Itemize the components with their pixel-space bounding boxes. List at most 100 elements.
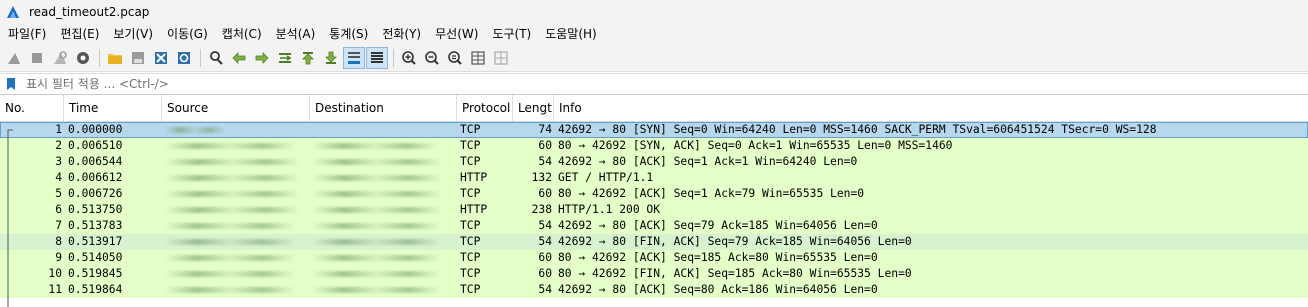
column-header-time[interactable]: Time xyxy=(64,95,162,121)
table-row[interactable]: 8 0.513917 TCP 54 42692 → 80 [FIN, ACK] … xyxy=(0,234,1308,250)
go-back-icon[interactable] xyxy=(228,47,250,69)
title-bar: read_timeout2.pcap xyxy=(0,0,1308,24)
go-to-packet-icon[interactable] xyxy=(274,47,296,69)
menu-go[interactable]: 이동(G) xyxy=(160,24,215,45)
main-toolbar xyxy=(0,45,1308,72)
table-row[interactable]: 9 0.514050 TCP 60 80 → 42692 [ACK] Seq=1… xyxy=(0,250,1308,266)
cell-info: 80 → 42692 [ACK] Seq=185 Ack=80 Win=6553… xyxy=(558,251,878,264)
cell-time: 0.519864 xyxy=(68,283,123,296)
normal-size-icon[interactable] xyxy=(444,47,466,69)
cell-length: 54 xyxy=(538,283,552,296)
table-row[interactable]: 6 0.513750 HTTP 238 HTTP/1.1 200 OK xyxy=(0,202,1308,218)
cell-time: 0.513783 xyxy=(68,219,123,232)
filter-bookmark-icon[interactable] xyxy=(3,76,19,92)
toolbar-separator xyxy=(200,49,201,67)
cell-info: HTTP/1.1 200 OK xyxy=(558,203,661,216)
table-row[interactable]: 11 0.519864 TCP 54 42692 → 80 [ACK] Seq=… xyxy=(0,282,1308,298)
cell-protocol: TCP xyxy=(460,219,481,232)
cell-protocol: TCP xyxy=(460,235,481,248)
menu-view[interactable]: 보기(V) xyxy=(106,24,160,45)
table-row[interactable]: 3 0.006544 TCP 54 42692 → 80 [ACK] Seq=1… xyxy=(0,154,1308,170)
table-row[interactable]: 4 0.006612 HTTP 132 GET / HTTP/1.1 xyxy=(0,170,1308,186)
column-header-protocol[interactable]: Protocol xyxy=(457,95,513,121)
conversation-bracket-icon xyxy=(7,129,13,307)
stop-capture-icon[interactable] xyxy=(26,47,48,69)
cell-time: 0.513750 xyxy=(68,203,123,216)
cell-time: 0.006726 xyxy=(68,187,123,200)
cell-length: 238 xyxy=(531,203,552,216)
cell-source-redacted xyxy=(165,138,310,154)
cell-length: 54 xyxy=(538,155,552,168)
menu-telephony[interactable]: 전화(Y) xyxy=(375,24,428,45)
reload-file-icon[interactable] xyxy=(173,47,195,69)
column-header-length[interactable]: Lengt xyxy=(513,95,554,121)
go-last-packet-icon[interactable] xyxy=(320,47,342,69)
table-row[interactable]: 5 0.006726 TCP 60 80 → 42692 [ACK] Seq=1… xyxy=(0,186,1308,202)
resize-columns-icon[interactable] xyxy=(467,47,489,69)
cell-time: 0.513917 xyxy=(68,235,123,248)
auto-scroll-icon[interactable] xyxy=(343,47,365,69)
cell-destination-redacted xyxy=(312,170,458,186)
cell-info: GET / HTTP/1.1 xyxy=(558,171,654,184)
menu-statistics[interactable]: 통계(S) xyxy=(322,24,375,45)
menu-analyze[interactable]: 분석(A) xyxy=(269,24,323,45)
cell-protocol: HTTP xyxy=(460,203,488,216)
cell-source-redacted xyxy=(165,154,310,170)
zoom-out-icon[interactable] xyxy=(421,47,443,69)
cell-info: 42692 → 80 [ACK] Seq=79 Ack=185 Win=6405… xyxy=(558,219,878,232)
go-forward-icon[interactable] xyxy=(251,47,273,69)
table-row[interactable]: 1 0.000000 TCP 74 42692 → 80 [SYN] Seq=0… xyxy=(0,122,1308,138)
save-file-icon[interactable] xyxy=(127,47,149,69)
packet-rows: 1 0.000000 TCP 74 42692 → 80 [SYN] Seq=0… xyxy=(0,122,1308,298)
table-row[interactable]: 2 0.006510 TCP 60 80 → 42692 [SYN, ACK] … xyxy=(0,138,1308,154)
cell-protocol: TCP xyxy=(460,283,481,296)
cell-protocol: TCP xyxy=(460,251,481,264)
menu-tools[interactable]: 도구(T) xyxy=(485,24,538,45)
menu-help[interactable]: 도움말(H) xyxy=(538,24,604,45)
colorize-icon[interactable] xyxy=(366,47,388,69)
cell-info: 42692 → 80 [ACK] Seq=1 Ack=1 Win=64240 L… xyxy=(558,155,858,168)
cell-source-redacted xyxy=(165,250,310,266)
column-header-no[interactable]: No. xyxy=(0,95,64,121)
display-filter-input[interactable] xyxy=(24,74,1308,94)
cell-protocol: TCP xyxy=(460,187,481,200)
cell-length: 60 xyxy=(538,139,552,152)
wireshark-logo-icon xyxy=(7,6,19,18)
cell-destination-redacted xyxy=(312,282,458,298)
cell-length: 60 xyxy=(538,267,552,280)
toolbar-separator xyxy=(99,49,100,67)
open-file-icon[interactable] xyxy=(104,47,126,69)
go-first-packet-icon[interactable] xyxy=(297,47,319,69)
table-row[interactable]: 7 0.513783 TCP 54 42692 → 80 [ACK] Seq=7… xyxy=(0,218,1308,234)
cell-length: 74 xyxy=(538,123,552,136)
cell-time: 0.514050 xyxy=(68,251,123,264)
cell-protocol: TCP xyxy=(460,155,481,168)
column-header-info[interactable]: Info xyxy=(554,95,1308,121)
column-header-destination[interactable]: Destination xyxy=(310,95,457,121)
shark-fin-start-icon[interactable] xyxy=(3,47,25,69)
restart-capture-icon[interactable] xyxy=(49,47,71,69)
cell-destination-redacted xyxy=(312,218,458,234)
capture-options-icon[interactable] xyxy=(72,47,94,69)
packet-list: No. Time Source Destination Protocol Len… xyxy=(0,95,1308,307)
cell-destination-redacted xyxy=(312,250,458,266)
cell-protocol: HTTP xyxy=(460,171,488,184)
menu-edit[interactable]: 편집(E) xyxy=(53,24,106,45)
column-header-source[interactable]: Source xyxy=(162,95,310,121)
menu-wireless[interactable]: 무선(W) xyxy=(428,24,485,45)
resize-columns-disabled-icon[interactable] xyxy=(490,47,512,69)
cell-info: 80 → 42692 [FIN, ACK] Seq=185 Ack=80 Win… xyxy=(558,267,912,280)
cell-info: 42692 → 80 [FIN, ACK] Seq=79 Ack=185 Win… xyxy=(558,235,912,248)
table-row[interactable]: 10 0.519845 TCP 60 80 → 42692 [FIN, ACK]… xyxy=(0,266,1308,282)
cell-source-redacted xyxy=(165,202,310,218)
find-packet-icon[interactable] xyxy=(205,47,227,69)
cell-info: 80 → 42692 [SYN, ACK] Seq=0 Ack=1 Win=65… xyxy=(558,139,953,152)
zoom-in-icon[interactable] xyxy=(398,47,420,69)
cell-time: 0.006510 xyxy=(68,139,123,152)
cell-protocol: TCP xyxy=(460,139,481,152)
cell-source-redacted xyxy=(165,266,310,282)
menu-file[interactable]: 파일(F) xyxy=(0,24,53,45)
close-file-icon[interactable] xyxy=(150,47,172,69)
cell-destination-redacted xyxy=(312,154,458,170)
menu-capture[interactable]: 캡처(C) xyxy=(215,24,269,45)
